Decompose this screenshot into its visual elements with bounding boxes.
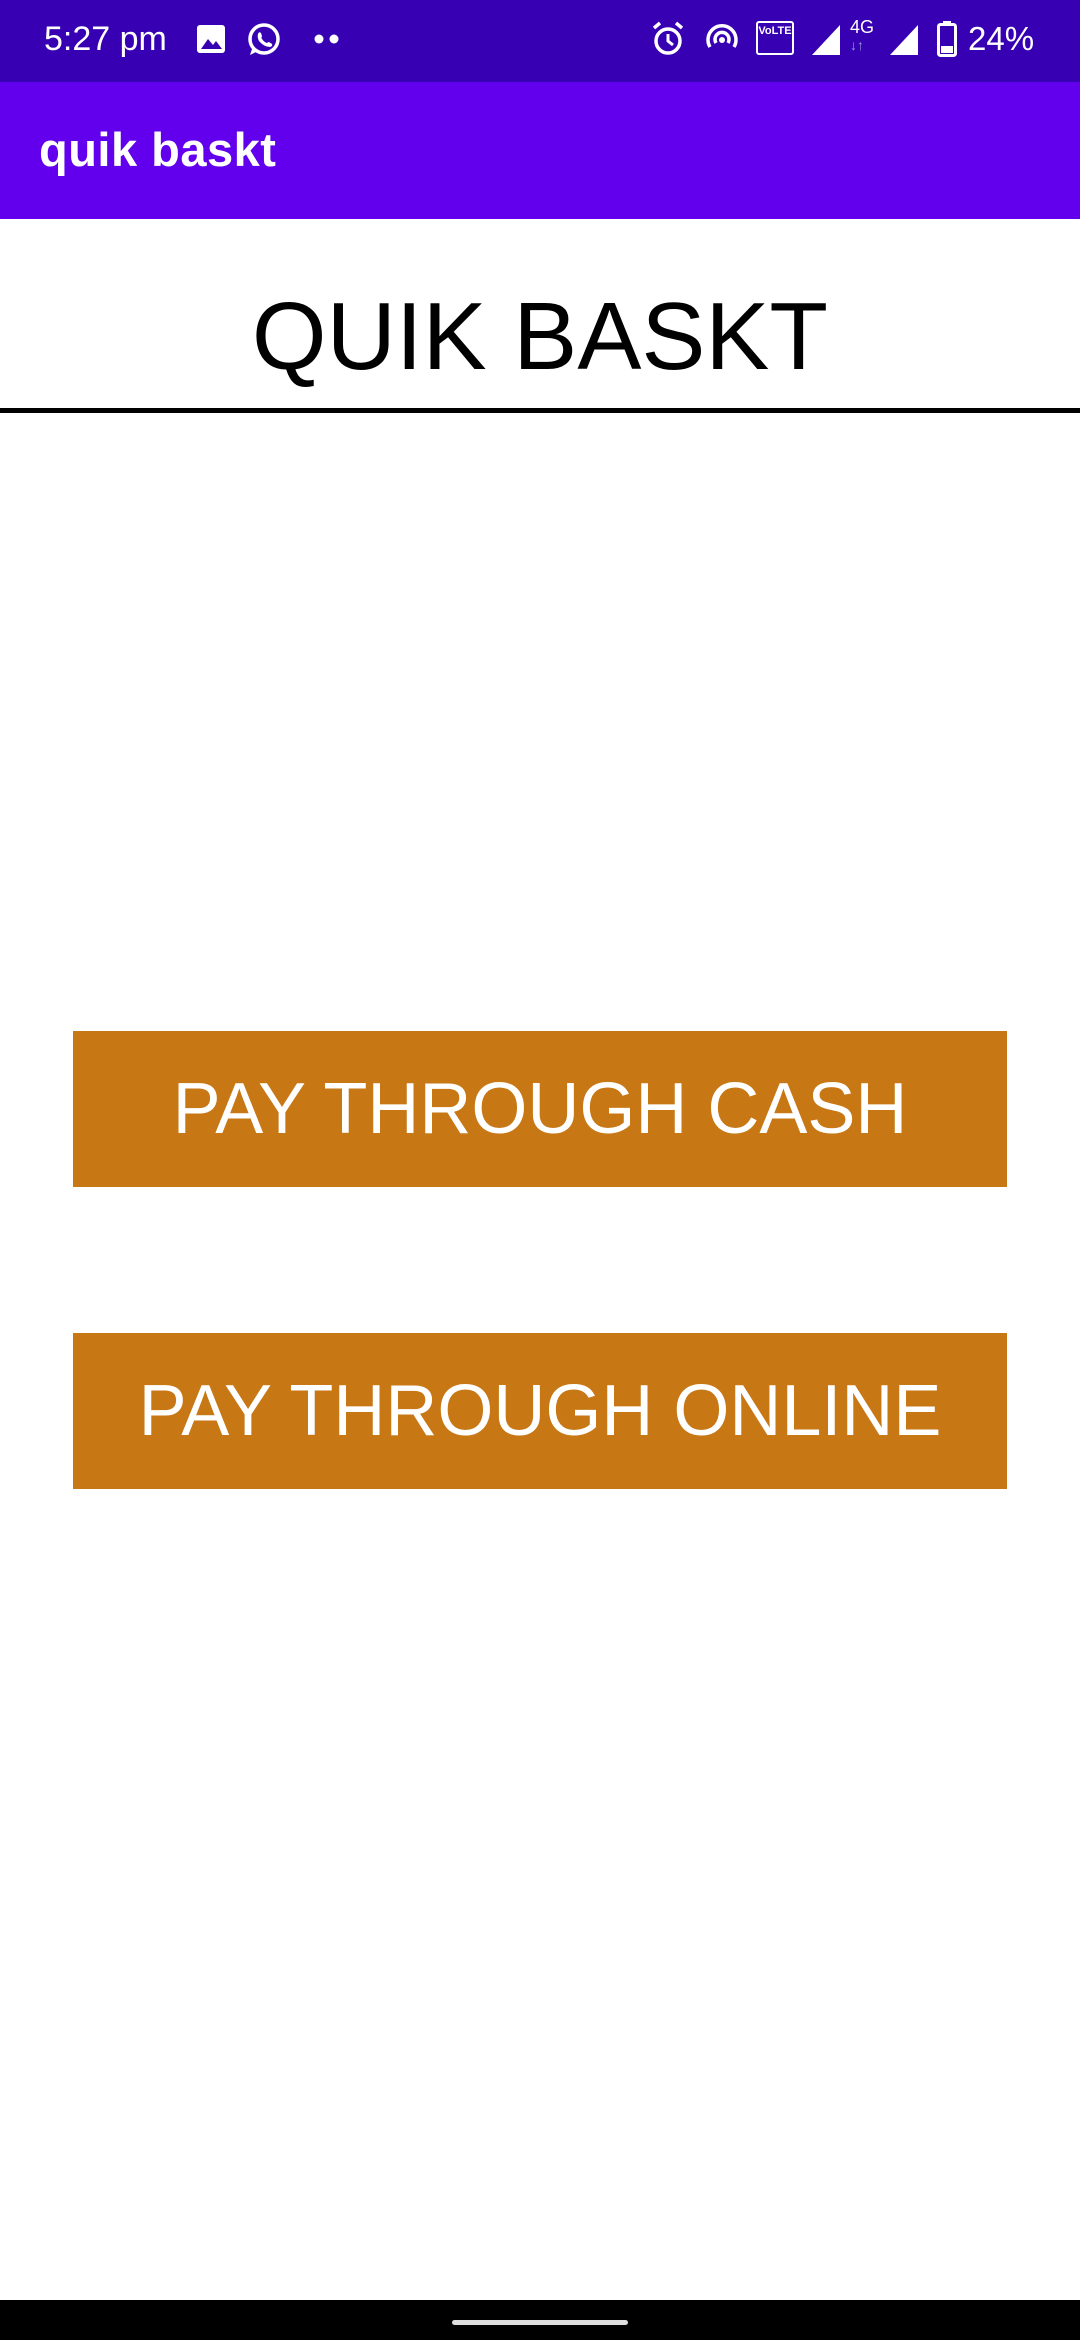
- network-label: 4G: [850, 17, 875, 37]
- hotspot-icon: [706, 24, 738, 48]
- alarm-icon: [652, 21, 684, 55]
- pay-cash-button[interactable]: PAY THROUGH CASH: [73, 1031, 1007, 1187]
- app-bar-title: quik baskt: [39, 123, 277, 176]
- volte-icon: VoLTE: [756, 21, 796, 57]
- whatsapp-icon: [248, 23, 280, 55]
- signal-icon: [890, 25, 918, 55]
- home-gesture-handle[interactable]: [452, 2320, 628, 2325]
- network-4g-icon: 4G ↓↑: [850, 16, 880, 56]
- app-screen: 5:27 pm VoLTE 4G ↓↑ 24% quik baskt QUIK …: [0, 0, 1080, 2340]
- volte-label: VoLTE: [758, 25, 792, 37]
- signal-icon: [812, 25, 840, 55]
- image-icon: [197, 25, 225, 53]
- navigation-bar: [0, 2300, 1080, 2340]
- more-dots-icon: [314, 34, 339, 44]
- battery-percent: 24%: [968, 20, 1035, 57]
- title-divider: [0, 408, 1080, 413]
- status-bar: 5:27 pm VoLTE 4G ↓↑ 24%: [0, 0, 1080, 82]
- battery-icon: [937, 21, 957, 57]
- pay-online-button[interactable]: PAY THROUGH ONLINE: [73, 1333, 1007, 1489]
- page-title: QUIK BASKT: [251, 283, 829, 390]
- status-time: 5:27 pm: [44, 20, 167, 58]
- app-bar: quik baskt: [0, 82, 1080, 219]
